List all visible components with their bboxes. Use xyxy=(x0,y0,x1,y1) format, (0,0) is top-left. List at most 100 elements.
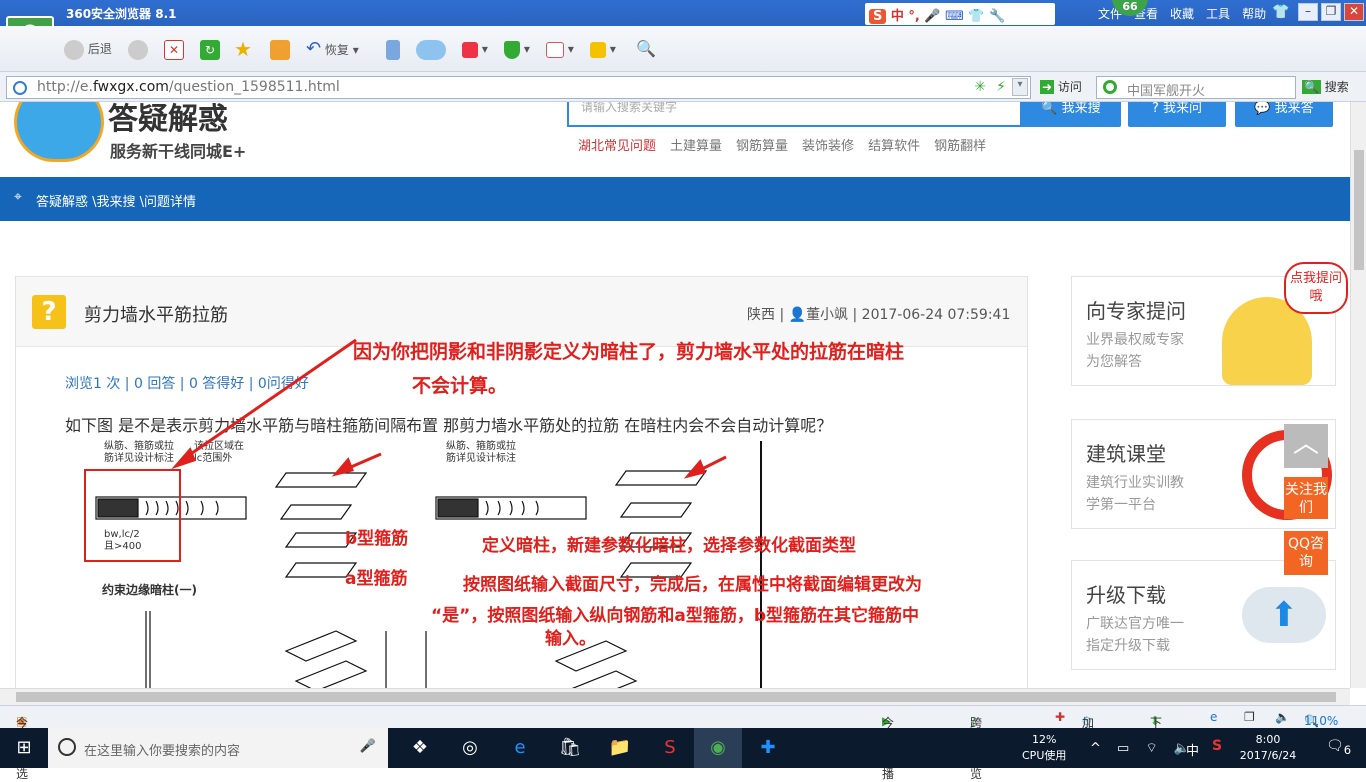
favorite-star-icon[interactable]: ★ xyxy=(234,36,252,62)
question-meta: 陕西 | 👤董小飒 | 2017-06-24 07:59:41 xyxy=(747,307,1011,323)
plugin-icon[interactable]: ✚ xyxy=(1055,710,1065,724)
hot-link[interactable]: 湖北常见问题 xyxy=(578,139,656,154)
menu-favorites[interactable]: 收藏 xyxy=(1170,7,1194,21)
store-icon[interactable]: 🛍 xyxy=(546,728,594,768)
vertical-scrollbar[interactable] xyxy=(1350,102,1366,688)
task-view-icon[interactable]: ❖ xyxy=(396,728,444,768)
menu-bar: 文件 查看 收藏 工具 帮助 xyxy=(1086,5,1266,22)
windows-taskbar: ⊞ 在这里输入你要搜索的内容 🎤 ❖ ◎ e 🛍 📁 S ◉ ✚ 12% CPU使… xyxy=(0,728,1366,768)
translate-icon xyxy=(546,41,564,58)
minimize-button[interactable]: – xyxy=(1298,3,1318,21)
drawing-caption: 约束边缘暗柱(一) xyxy=(102,583,197,597)
ask-button[interactable]: ? 我来问 xyxy=(1128,102,1226,127)
restore-button[interactable]: ↶ 恢复 ▾ xyxy=(306,36,359,62)
cortana-icon xyxy=(58,738,76,756)
author-link[interactable]: 董小飒 xyxy=(806,307,848,323)
scissors-icon xyxy=(590,41,606,58)
upload-arrow-icon: ⬆ xyxy=(1242,587,1326,643)
browser-toolbar: 后退 ✕ ↻ ★ ↶ 恢复 ▾ ▾ ▾ ▾ ▾ 🔍 xyxy=(0,26,1366,72)
shield-icon xyxy=(504,40,520,59)
clock[interactable]: 8:00 2017/6/24 xyxy=(1238,732,1298,764)
360-icon[interactable]: ◎ xyxy=(446,728,494,768)
search-icon: 🔍 xyxy=(1302,80,1321,94)
ime-toolbar[interactable]: S 中 °, 🎤 ⌨ 👕 🔧 xyxy=(865,3,1055,25)
app-s-icon[interactable]: S xyxy=(646,728,694,768)
question-card: ? 剪力墙水平筋拉筋 陕西 | 👤董小飒 | 2017-06-24 07:59:… xyxy=(15,276,1028,688)
close-button[interactable]: ✕ xyxy=(1344,3,1364,21)
tray-icons[interactable]: ^ ▭ ⌔ 🔈 xyxy=(1090,740,1196,756)
site-search-input[interactable]: 请输入搜索关键字 xyxy=(567,102,1022,127)
360-browser-icon[interactable]: ◉ xyxy=(694,728,742,768)
volume-icon[interactable]: 🔈 xyxy=(1275,710,1290,724)
site-logo-title[interactable]: 答疑解惑 xyxy=(108,102,228,138)
edge-icon[interactable]: e xyxy=(496,728,544,768)
visit-button[interactable]: ➜ 访问 xyxy=(1040,78,1082,95)
back-button[interactable]: 后退 xyxy=(64,36,112,62)
compat-icon[interactable]: ✳ xyxy=(974,79,986,95)
stop-button[interactable]: ✕ xyxy=(164,36,184,62)
window-title: 360安全浏览器 8.1 xyxy=(66,7,177,21)
window-icon[interactable]: ❐ xyxy=(1244,710,1255,724)
web-page: 答疑解惑 服务新干线同城E+ 请输入搜索关键字 🔍 我来搜 ? 我来问 💬 我来… xyxy=(0,102,1350,688)
windows-start-icon[interactable]: ⊞ xyxy=(0,728,48,768)
phone-button[interactable] xyxy=(386,36,400,62)
follow-us-button[interactable]: 关注我们 xyxy=(1284,477,1328,519)
ime-indicator[interactable]: 中 xyxy=(1186,740,1199,759)
cloud-button[interactable] xyxy=(416,36,446,62)
zoom-search-icon[interactable]: 🔍 xyxy=(636,36,656,62)
shirt-icon[interactable]: 👕 xyxy=(1272,4,1289,20)
notification-center-icon[interactable]: 🗨6 xyxy=(1326,738,1351,757)
refresh-button[interactable]: ↻ xyxy=(200,36,220,62)
ask-bubble[interactable]: 点我提问哦 xyxy=(1284,262,1348,314)
browser-search-button[interactable]: 🔍 搜索 xyxy=(1302,78,1349,95)
upgrade-card[interactable]: 升级下载 广联达官方唯一 指定升级下载 ⬆ xyxy=(1071,560,1336,670)
sogou-icon: S xyxy=(869,9,887,24)
upgrade-desc: 广联达官方唯一 指定升级下载 xyxy=(1086,616,1184,654)
class-title: 建筑课堂 xyxy=(1086,442,1166,466)
vertical-scroll-thumb[interactable] xyxy=(1354,150,1364,270)
browser-search-input[interactable]: 中国军舰开火 xyxy=(1096,76,1296,99)
annotation-step: 按照图纸输入截面尺寸，完成后，在属性中将截面编辑更改为 xyxy=(463,575,922,595)
security-button[interactable]: ▾ xyxy=(504,36,530,62)
cpu-usage[interactable]: 12% CPU使用 xyxy=(1022,732,1066,764)
breadcrumb-bar: ⌖ 答疑解惑 \我来搜 \问题详情 xyxy=(0,177,1350,221)
translate-button[interactable]: ▾ xyxy=(546,36,574,62)
back-to-top-button[interactable]: ︿ xyxy=(1284,424,1328,468)
taskbar-search-input[interactable]: 在这里输入你要搜索的内容 🎤 xyxy=(48,728,388,768)
search-button[interactable]: 🔍 我来搜 xyxy=(1021,102,1121,127)
hot-link[interactable]: 钢筋翻样 xyxy=(934,139,986,154)
expert-desc: 业界最权威专家 为您解答 xyxy=(1086,332,1184,370)
chat-icon: 💬 xyxy=(1254,102,1271,116)
hot-link[interactable]: 装饰装修 xyxy=(802,139,854,154)
forward-button[interactable] xyxy=(128,36,148,62)
url-dropdown[interactable]: ▾ xyxy=(1012,78,1028,96)
answer-button[interactable]: 💬 我来答 xyxy=(1235,102,1333,127)
maximize-button[interactable]: ❐ xyxy=(1321,3,1341,21)
horizontal-scrollbar[interactable] xyxy=(0,688,1350,705)
microphone-icon: 🎤 xyxy=(359,739,376,754)
url-input[interactable]: http://e.fwxgx.com/question_1598511.html… xyxy=(6,76,1031,99)
annotation-step: 定义暗柱，新建参数化暗柱，选择参数化截面类型 xyxy=(482,536,856,556)
menu-tools[interactable]: 工具 xyxy=(1206,7,1230,21)
hot-link[interactable]: 钢筋算量 xyxy=(736,139,788,154)
lightning-icon[interactable]: ⚡ xyxy=(996,79,1006,95)
ie-icon[interactable]: e xyxy=(1210,710,1217,724)
question-title: 剪力墙水平筋拉筋 xyxy=(84,305,228,326)
qq-consult-button[interactable]: QQ咨询 xyxy=(1284,531,1328,575)
breadcrumb[interactable]: 答疑解惑 \我来搜 \问题详情 xyxy=(36,195,196,210)
horizontal-scroll-thumb[interactable] xyxy=(16,692,1336,702)
home-button[interactable] xyxy=(270,36,290,62)
apps-button[interactable]: ▾ xyxy=(462,36,488,62)
site-logo-subtitle: 服务新干线同城E+ xyxy=(110,142,247,161)
screenshot-button[interactable]: ▾ xyxy=(590,36,616,62)
hot-link[interactable]: 土建算量 xyxy=(670,139,722,154)
menu-help[interactable]: 帮助 xyxy=(1242,7,1266,21)
hot-link[interactable]: 结算软件 xyxy=(868,139,920,154)
sogou-tray-icon[interactable]: S xyxy=(1212,738,1222,754)
phone-icon xyxy=(386,39,400,60)
undo-icon: ↶ xyxy=(306,38,322,59)
page-icon xyxy=(13,81,27,95)
location-pin-icon: ⌖ xyxy=(14,189,22,205)
remote-app-icon[interactable]: ✚ xyxy=(744,728,792,768)
file-explorer-icon[interactable]: 📁 xyxy=(596,728,644,768)
